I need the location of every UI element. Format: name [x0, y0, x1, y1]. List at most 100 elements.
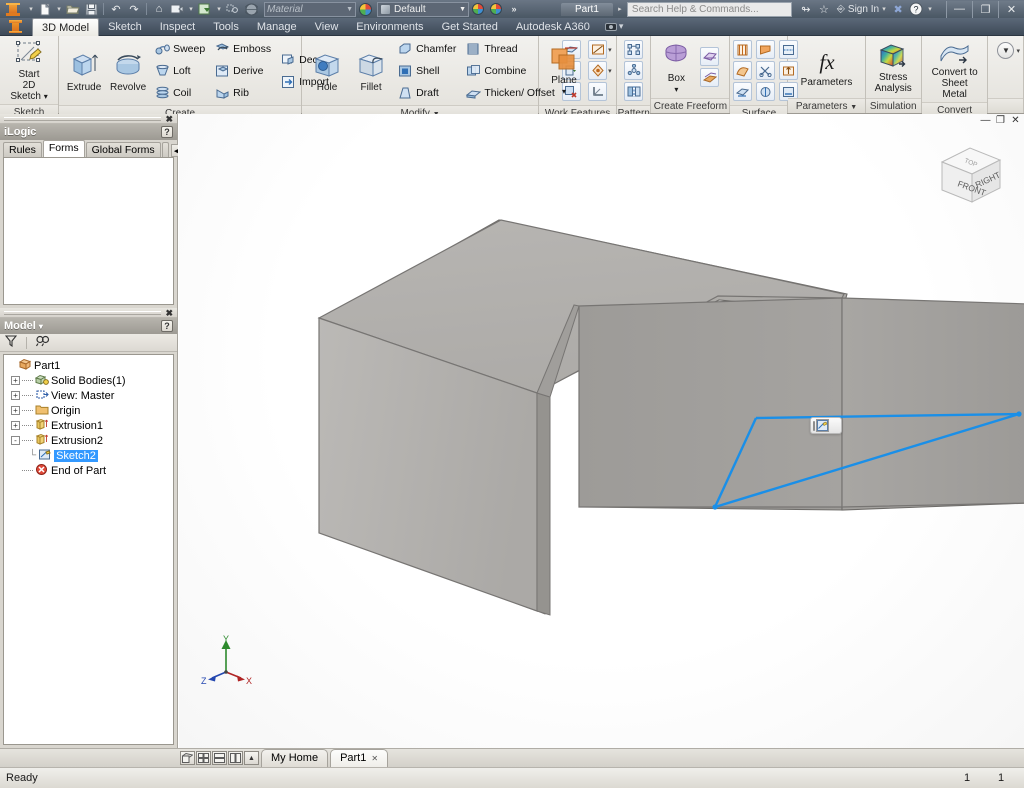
emboss-button[interactable]: Emboss — [212, 38, 274, 59]
derive-button[interactable]: Derive — [212, 60, 274, 81]
restore-button[interactable]: ❐ — [972, 0, 998, 18]
freeform-plane-icon[interactable] — [700, 47, 720, 66]
axis-icon[interactable] — [588, 40, 608, 59]
select-icon[interactable] — [224, 1, 242, 17]
material-dropdown[interactable]: Material ▼ — [264, 1, 356, 17]
ucs-icon[interactable] — [588, 82, 608, 101]
ribbon-overflow-chevron-icon[interactable]: ▾ — [1016, 47, 1020, 55]
sweep-button[interactable]: Sweep — [152, 38, 208, 59]
tree-expander-extrusion2[interactable]: - — [11, 436, 20, 445]
boundary-patch-icon[interactable] — [756, 82, 776, 101]
new-chevron-icon[interactable]: ▾ — [54, 5, 64, 13]
tree-expander-solid-bodies[interactable]: + — [11, 376, 20, 385]
appearance-dropdown[interactable]: Default ▼ — [377, 1, 469, 17]
ribbon-tab-3d-model[interactable]: 3D Model — [32, 17, 100, 36]
sketch-minitoolbar[interactable] — [810, 417, 842, 434]
ruled-surface-icon[interactable] — [733, 40, 753, 59]
shell-button[interactable]: Shell — [395, 60, 459, 81]
model-3d-overlay[interactable] — [179, 114, 1024, 748]
single-view-icon[interactable] — [180, 751, 195, 765]
axis-chevron-icon[interactable]: ▾ — [608, 46, 612, 54]
model-drag-grip[interactable]: ✖ — [0, 308, 177, 318]
tree-item-end-of-part[interactable]: End of Part — [7, 463, 173, 478]
sculpt-icon[interactable] — [733, 61, 753, 80]
mirror-icon[interactable] — [624, 82, 644, 101]
adjust-appearance-icon[interactable] — [469, 1, 487, 17]
ilogic-tab-rules[interactable]: Rules — [3, 142, 42, 157]
patch-icon[interactable] — [756, 40, 776, 59]
new-icon[interactable] — [36, 1, 54, 17]
model-help-button[interactable]: ? — [161, 320, 173, 332]
document-restore-button[interactable]: ❐ — [995, 116, 1006, 126]
vertical-tile-icon[interactable] — [228, 751, 243, 765]
rectangular-pattern-icon[interactable] — [624, 40, 644, 59]
redo-icon[interactable]: ↷ — [125, 1, 143, 17]
chamfer-button[interactable]: Chamfer — [395, 38, 459, 59]
ilogic-tab-external[interactable]: Ex — [161, 142, 169, 157]
exchange-apps-icon[interactable]: ✖ — [889, 1, 907, 17]
document-tab-part1[interactable]: Part1 ✕ — [330, 749, 389, 767]
ribbon-tab-view[interactable]: View — [306, 18, 348, 36]
convert-sheet-metal-button[interactable]: Convert to Sheet Metal — [925, 38, 985, 100]
document-tab-my-home[interactable]: My Home — [261, 749, 329, 767]
draft-button[interactable]: Draft — [395, 82, 459, 103]
ribbon-tab-manage[interactable]: Manage — [248, 18, 306, 36]
stress-analysis-button[interactable]: Stress Analysis — [871, 41, 916, 94]
open-icon[interactable] — [64, 1, 82, 17]
ribbon-tab-environments[interactable]: Environments — [347, 18, 432, 36]
ribbon-overflow-icon[interactable]: ▼ — [997, 42, 1015, 59]
ribbon-tab-autodesk-a360[interactable]: Autodesk A360 — [507, 18, 599, 36]
close-button[interactable]: ✕ — [998, 0, 1024, 18]
view-cube[interactable]: FRONT RIGHT TOP — [932, 140, 1010, 212]
tree-item-view-master[interactable]: + View: Master — [7, 388, 173, 403]
ribbon-tab-inspect[interactable]: Inspect — [151, 18, 204, 36]
point-chevron-icon[interactable]: ▾ — [608, 67, 612, 75]
plane-button[interactable]: Plane ▾ — [542, 44, 586, 97]
inventor-logo[interactable] — [0, 0, 26, 18]
app-menu-chevron-icon[interactable]: ▾ — [26, 5, 36, 13]
document-list-chevron-icon[interactable]: ▸ — [615, 5, 625, 13]
hole-button[interactable]: Hole — [305, 49, 349, 93]
tile-view-icon[interactable] — [196, 751, 211, 765]
clear-appearance-icon[interactable] — [487, 1, 505, 17]
collapse-icon[interactable]: ▲ — [244, 751, 259, 765]
horizontal-tile-icon[interactable] — [212, 751, 227, 765]
undo-icon[interactable]: ↶ — [107, 1, 125, 17]
search-input[interactable]: Search Help & Commands... — [626, 1, 792, 17]
circular-pattern-icon[interactable] — [624, 61, 644, 80]
ilogic-tab-forms[interactable]: Forms — [42, 140, 85, 157]
model-close-icon[interactable]: ✖ — [165, 308, 173, 317]
tree-item-part1[interactable]: Part1 — [7, 358, 173, 373]
tree-expander-origin[interactable]: + — [11, 406, 20, 415]
favorites-star-icon[interactable]: ☆ — [815, 1, 833, 17]
ilogic-drag-grip[interactable]: ✖ — [0, 114, 177, 124]
tree-item-origin[interactable]: + Origin — [7, 403, 173, 418]
tree-item-solid-bodies[interactable]: + Solid Bodies(1) — [7, 373, 173, 388]
sign-in-button[interactable]: ⎆ Sign In — [837, 4, 879, 15]
help-icon[interactable]: ? — [907, 1, 925, 17]
qat-overflow-icon[interactable]: » — [505, 1, 523, 17]
ilogic-tab-global-forms[interactable]: Global Forms — [85, 142, 161, 157]
model-title-group[interactable]: Model ▾ — [4, 320, 43, 332]
ribbon-tab-get-started[interactable]: Get Started — [433, 18, 507, 36]
update-icon[interactable] — [196, 1, 214, 17]
minimize-button[interactable]: — — [946, 0, 972, 18]
loft-button[interactable]: Loft — [152, 60, 208, 81]
document-tab-part1-close-icon[interactable]: ✕ — [371, 754, 378, 763]
minitoolbar-grip[interactable] — [813, 420, 815, 431]
share-icon[interactable]: ↬ — [797, 1, 815, 17]
tree-expander-view-master[interactable]: + — [11, 391, 20, 400]
return-icon[interactable] — [168, 1, 186, 17]
tree-item-sketch2[interactable]: └ Sketch2 — [7, 448, 173, 463]
material-globe-icon[interactable] — [356, 1, 374, 17]
screencast-button[interactable]: ▾ — [604, 21, 623, 32]
find-icon[interactable] — [35, 335, 50, 350]
help-chevron-icon[interactable]: ▾ — [925, 5, 935, 13]
tree-expander-extrusion1[interactable]: + — [11, 421, 20, 430]
sign-in-chevron-icon[interactable]: ▾ — [879, 5, 889, 13]
ilogic-forms-list[interactable] — [3, 157, 174, 305]
revolve-button[interactable]: Revolve — [106, 49, 150, 93]
update-chevron-icon[interactable]: ▾ — [214, 5, 224, 13]
tree-item-extrusion1[interactable]: + Extrusion1 — [7, 418, 173, 433]
fillet-button[interactable]: Fillet — [349, 49, 393, 93]
